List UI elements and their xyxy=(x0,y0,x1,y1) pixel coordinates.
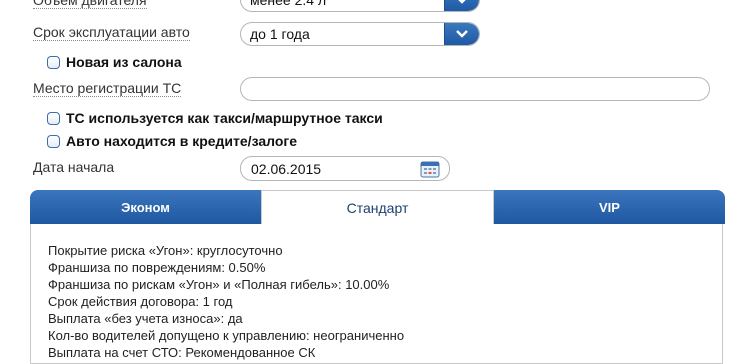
detail-line: Франшиза по повреждениям: 0.50% xyxy=(48,260,266,275)
detail-line: Франшиза по рискам «Угон» и «Полная гибе… xyxy=(48,277,390,292)
period-label: Срок эксплуатации авто xyxy=(33,24,190,41)
engine-value: менее 2.4 л xyxy=(250,0,327,8)
start-date-value: 02.06.2015 xyxy=(251,161,322,177)
taxi-checkbox[interactable]: ТС используется как такси/маршрутное так… xyxy=(47,110,383,126)
engine-label: Объем двигателя xyxy=(33,0,147,9)
chevron-down-icon[interactable] xyxy=(444,0,479,11)
detail-line: Покрытие риска «Угон»: круглосуточно xyxy=(48,243,283,258)
tab-econom[interactable]: Эконом xyxy=(30,190,261,224)
tab-standard[interactable]: Стандарт xyxy=(261,190,494,224)
plan-tabs: Эконом Стандарт VIP xyxy=(30,190,725,224)
checkbox-icon[interactable] xyxy=(47,111,60,125)
start-date-input[interactable]: 02.06.2015 xyxy=(240,156,450,181)
period-select[interactable]: до 1 года xyxy=(240,22,480,46)
start-date-label: Дата начала xyxy=(33,159,115,175)
checkbox-icon[interactable] xyxy=(47,134,60,148)
calendar-icon[interactable] xyxy=(420,160,440,183)
detail-line: Выплата «без учета износа»: да xyxy=(48,311,243,326)
taxi-label: ТС используется как такси/маршрутное так… xyxy=(66,110,383,126)
engine-select[interactable]: менее 2.4 л xyxy=(240,0,480,12)
registration-input[interactable] xyxy=(240,77,710,101)
tab-vip[interactable]: VIP xyxy=(494,190,725,224)
detail-line: Срок действия договора: 1 год xyxy=(48,294,233,309)
registration-label: Место регистрации ТС xyxy=(33,80,182,97)
chevron-down-icon[interactable] xyxy=(444,23,479,45)
new-from-salon-checkbox[interactable]: Новая из салона xyxy=(47,54,182,70)
plan-details-panel: Покрытие риска «Угон»: круглосуточно Фра… xyxy=(30,224,723,364)
credit-checkbox[interactable]: Авто находится в кредите/залоге xyxy=(47,133,297,149)
plan-details-list: Покрытие риска «Угон»: круглосуточно Фра… xyxy=(48,242,404,361)
checkbox-icon[interactable] xyxy=(47,55,60,69)
detail-line: Кол-во водителей допущено к управлению: … xyxy=(48,328,405,343)
credit-label: Авто находится в кредите/залоге xyxy=(66,133,298,149)
period-value: до 1 года xyxy=(250,26,310,42)
detail-line: Выплата на счет СТО: Рекомендованное СК xyxy=(48,345,316,360)
new-from-salon-label: Новая из салона xyxy=(66,54,182,70)
